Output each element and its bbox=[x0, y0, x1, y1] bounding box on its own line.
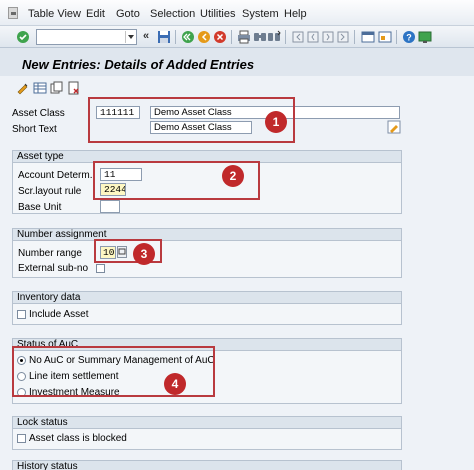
inventory-data-header: Inventory data bbox=[12, 291, 402, 304]
short-text-label: Short Text bbox=[12, 124, 57, 135]
menu-system[interactable]: System bbox=[242, 8, 279, 20]
command-field[interactable] bbox=[36, 29, 137, 45]
application-toolbar bbox=[0, 76, 474, 98]
edit-long-text-icon[interactable] bbox=[387, 120, 401, 134]
toolbar-separator bbox=[231, 30, 232, 44]
asset-class-label: Asset Class bbox=[12, 108, 65, 119]
number-assignment-header: Number assignment bbox=[12, 228, 402, 241]
copy-icon[interactable] bbox=[50, 81, 64, 95]
base-unit-field[interactable] bbox=[100, 200, 120, 213]
menu-table-view[interactable]: Table View bbox=[28, 8, 81, 20]
back-icon[interactable] bbox=[181, 30, 195, 44]
first-page-icon[interactable] bbox=[291, 30, 305, 44]
annotation-box-1 bbox=[88, 97, 295, 143]
toolbar-separator bbox=[396, 30, 397, 44]
history-status-header: History status bbox=[12, 460, 402, 470]
cancel-icon[interactable] bbox=[213, 30, 227, 44]
account-determ-label: Account Determ. bbox=[18, 170, 93, 181]
previous-page-icon[interactable] bbox=[306, 30, 320, 44]
last-page-icon[interactable] bbox=[336, 30, 350, 44]
menu-utilities[interactable]: Utilities bbox=[200, 8, 235, 20]
toolbar-separator bbox=[354, 30, 355, 44]
shortcut-icon[interactable] bbox=[378, 30, 392, 44]
annotation-badge-4: 4 bbox=[164, 373, 186, 395]
save-icon[interactable] bbox=[157, 30, 171, 44]
display-change-icon[interactable] bbox=[16, 81, 30, 95]
number-range-label: Number range bbox=[18, 248, 82, 259]
asset-class-blocked-label: Asset class is blocked bbox=[29, 433, 127, 444]
external-sub-no-label: External sub-no bbox=[18, 263, 89, 274]
external-sub-no-checkbox[interactable] bbox=[96, 264, 105, 273]
include-asset-label: Include Asset bbox=[29, 309, 89, 320]
layout-icon[interactable] bbox=[418, 30, 432, 44]
toolbar-separator bbox=[175, 30, 176, 44]
asset-class-blocked-checkbox[interactable] bbox=[17, 434, 26, 443]
chevron-down-icon[interactable] bbox=[125, 31, 135, 43]
menu-edit[interactable]: Edit bbox=[86, 8, 105, 20]
exit-icon[interactable] bbox=[197, 30, 211, 44]
enter-icon[interactable] bbox=[16, 30, 30, 44]
find-icon[interactable] bbox=[253, 30, 267, 44]
menu-help[interactable]: Help bbox=[284, 8, 307, 20]
toolbar-separator bbox=[285, 30, 286, 44]
menu-bar: Table View Edit Goto Selection Utilities… bbox=[0, 0, 474, 26]
lock-status-header: Lock status bbox=[12, 416, 402, 429]
menu-goto[interactable]: Goto bbox=[116, 8, 140, 20]
annotation-badge-2: 2 bbox=[222, 165, 244, 187]
menu-selection[interactable]: Selection bbox=[150, 8, 195, 20]
collapse-icon[interactable]: « bbox=[143, 30, 149, 42]
page-title: New Entries: Details of Added Entries bbox=[22, 57, 255, 72]
table-icon[interactable] bbox=[33, 81, 47, 95]
base-unit-label: Base Unit bbox=[18, 202, 62, 213]
print-icon[interactable] bbox=[237, 30, 251, 44]
include-asset-checkbox[interactable] bbox=[17, 310, 26, 319]
delete-icon[interactable] bbox=[67, 81, 81, 95]
annotation-badge-1: 1 bbox=[265, 111, 287, 133]
next-page-icon[interactable] bbox=[321, 30, 335, 44]
annotation-badge-3: 3 bbox=[133, 243, 155, 265]
svg-text:?: ? bbox=[406, 33, 412, 43]
new-session-icon[interactable] bbox=[361, 30, 375, 44]
standard-toolbar: « ? bbox=[0, 26, 474, 48]
scr-layout-label: Scr.layout rule bbox=[18, 186, 82, 197]
help-icon[interactable]: ? bbox=[402, 30, 416, 44]
find-next-icon[interactable] bbox=[267, 30, 281, 44]
sap-menu-icon[interactable] bbox=[8, 7, 18, 19]
